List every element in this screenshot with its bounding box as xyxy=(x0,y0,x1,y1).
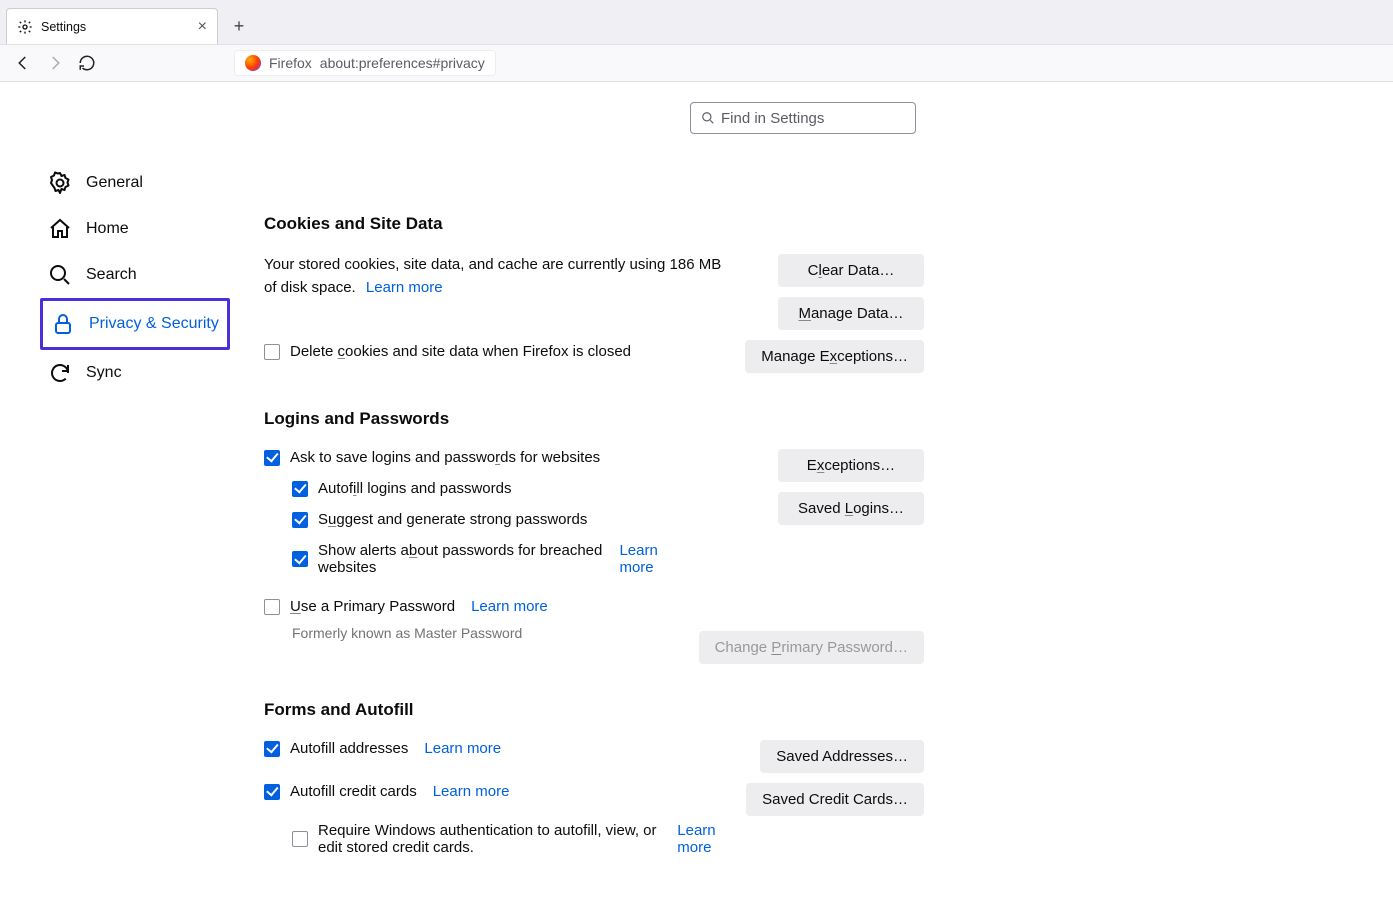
checkbox-label: Autofill logins and passwords xyxy=(318,480,511,497)
sidebar-item-label: Privacy & Security xyxy=(89,315,219,333)
autofill-cards-checkbox[interactable] xyxy=(264,784,280,800)
primary-password-hint: Formerly known as Master Password xyxy=(292,625,683,641)
checkbox-label: Suggest and generate strong passwords xyxy=(318,511,587,528)
sidebar-item-label: Sync xyxy=(86,364,122,382)
sidebar-item-general[interactable]: General xyxy=(40,160,230,206)
sidebar-item-search[interactable]: Search xyxy=(40,252,230,298)
saved-logins-button[interactable]: Saved Logins… xyxy=(778,492,924,525)
primary-learn-more-link[interactable]: Learn more xyxy=(471,598,548,615)
checkbox-label: Ask to save logins and passwords for web… xyxy=(290,449,600,466)
saved-credit-cards-button[interactable]: Saved Credit Cards… xyxy=(746,783,924,816)
checkbox-label: Autofill credit cards xyxy=(290,783,417,800)
windows-auth-checkbox[interactable] xyxy=(292,831,308,847)
close-icon[interactable]: × xyxy=(198,18,207,36)
settings-sidebar: General Home Search Privacy & Security S… xyxy=(40,160,230,396)
manage-data-button[interactable]: Manage Data… xyxy=(778,297,924,330)
logins-exceptions-button[interactable]: Exceptions… xyxy=(778,449,924,482)
tab-title: Settings xyxy=(41,20,190,34)
gear-icon xyxy=(17,19,33,35)
settings-search-input[interactable]: Find in Settings xyxy=(690,102,916,134)
sync-icon xyxy=(48,361,72,385)
firefox-icon xyxy=(245,55,261,71)
cards-learn-more-link[interactable]: Learn more xyxy=(433,783,510,800)
sidebar-item-label: Search xyxy=(86,266,137,284)
saved-addresses-button[interactable]: Saved Addresses… xyxy=(760,740,924,773)
sidebar-item-home[interactable]: Home xyxy=(40,206,230,252)
search-placeholder: Find in Settings xyxy=(721,110,824,127)
suggest-passwords-checkbox[interactable] xyxy=(292,512,308,528)
change-primary-password-button: Change Primary Password… xyxy=(699,631,924,664)
winauth-learn-more-link[interactable]: Learn more xyxy=(677,822,730,856)
cookies-learn-more-link[interactable]: Learn more xyxy=(366,279,443,296)
back-button[interactable] xyxy=(14,54,32,72)
gear-icon xyxy=(48,171,72,195)
autofill-addresses-checkbox[interactable] xyxy=(264,741,280,757)
url-bar[interactable]: Firefox about:preferences#privacy xyxy=(234,50,496,76)
checkbox-label: Use a Primary Password xyxy=(290,598,455,615)
cookies-description: Your stored cookies, site data, and cach… xyxy=(264,254,724,299)
url-text: about:preferences#privacy xyxy=(320,55,485,71)
primary-password-checkbox[interactable] xyxy=(264,599,280,615)
ask-save-logins-checkbox[interactable] xyxy=(264,450,280,466)
new-tab-button[interactable]: + xyxy=(224,11,254,41)
sidebar-item-label: Home xyxy=(86,220,129,238)
manage-exceptions-button[interactable]: Manage Exceptions… xyxy=(745,340,924,373)
checkbox-label: Require Windows authentication to autofi… xyxy=(318,822,661,856)
checkbox-label: Show alerts about passwords for breached… xyxy=(318,542,603,576)
search-icon xyxy=(701,111,715,125)
checkbox-label: Delete cookies and site data when Firefo… xyxy=(290,343,631,360)
forward-button[interactable] xyxy=(46,54,64,72)
tab-strip: Settings × + xyxy=(0,0,1393,45)
search-icon xyxy=(48,263,72,287)
reload-button[interactable] xyxy=(78,54,96,72)
checkbox-label: Autofill addresses xyxy=(290,740,408,757)
section-heading-forms: Forms and Autofill xyxy=(264,700,924,720)
browser-toolbar: Firefox about:preferences#privacy xyxy=(0,45,1393,82)
delete-cookies-on-close-checkbox[interactable] xyxy=(264,344,280,360)
lock-icon xyxy=(51,312,75,336)
home-icon xyxy=(48,217,72,241)
url-brand: Firefox xyxy=(269,55,312,71)
breach-alerts-checkbox[interactable] xyxy=(292,551,308,567)
sidebar-item-sync[interactable]: Sync xyxy=(40,350,230,396)
section-heading-cookies: Cookies and Site Data xyxy=(264,214,924,234)
addresses-learn-more-link[interactable]: Learn more xyxy=(424,740,501,757)
browser-tab[interactable]: Settings × xyxy=(6,8,218,44)
section-heading-logins: Logins and Passwords xyxy=(264,409,924,429)
sidebar-item-label: General xyxy=(86,174,143,192)
sidebar-item-privacy-security[interactable]: Privacy & Security xyxy=(40,298,230,350)
breach-learn-more-link[interactable]: Learn more xyxy=(619,542,682,576)
settings-main: Cookies and Site Data Your stored cookie… xyxy=(264,200,924,856)
clear-data-button[interactable]: Clear Data… xyxy=(778,254,924,287)
autofill-logins-checkbox[interactable] xyxy=(292,481,308,497)
